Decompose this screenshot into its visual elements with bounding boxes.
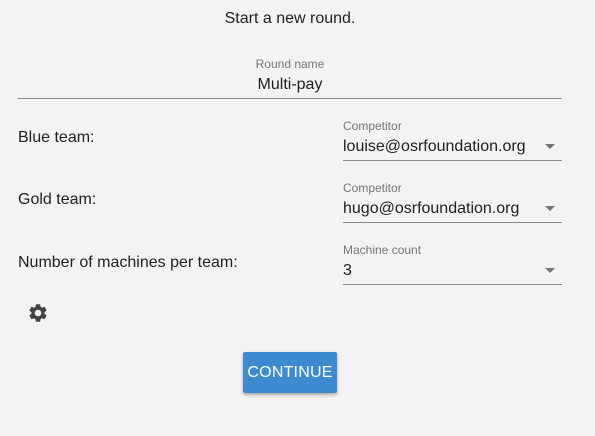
gold-team-field-label: Competitor: [343, 181, 402, 195]
blue-team-select[interactable]: Competitor louise@osrfoundation.org: [343, 119, 562, 161]
machine-count-field-label: Machine count: [343, 243, 422, 257]
dropdown-arrow-icon[interactable]: [545, 144, 555, 149]
gold-team-selected-value: hugo@osrfoundation.org: [343, 200, 520, 217]
gold-team-select[interactable]: Competitor hugo@osrfoundation.org: [343, 181, 562, 223]
round-name-field[interactable]: Round name Multi-pay: [18, 57, 562, 99]
round-name-label: Round name: [255, 57, 325, 71]
round-name-input[interactable]: Multi-pay: [18, 76, 562, 94]
machines-per-team-label: Number of machines per team:: [18, 254, 238, 271]
gold-team-label: Gold team:: [18, 191, 97, 208]
machine-count-select[interactable]: Machine count 3: [343, 243, 562, 285]
continue-button[interactable]: CONTINUE: [243, 352, 337, 393]
dropdown-arrow-icon[interactable]: [545, 206, 555, 211]
blue-team-label: Blue team:: [18, 129, 95, 146]
page-title: Start a new round.: [224, 10, 356, 27]
blue-team-field-label: Competitor: [343, 119, 402, 133]
gear-icon[interactable]: [27, 302, 49, 324]
new-round-form: Start a new round. Round name Multi-pay …: [0, 0, 595, 436]
machine-count-selected-value: 3: [343, 262, 352, 279]
blue-team-selected-value: louise@osrfoundation.org: [343, 138, 526, 155]
dropdown-arrow-icon[interactable]: [545, 268, 555, 273]
